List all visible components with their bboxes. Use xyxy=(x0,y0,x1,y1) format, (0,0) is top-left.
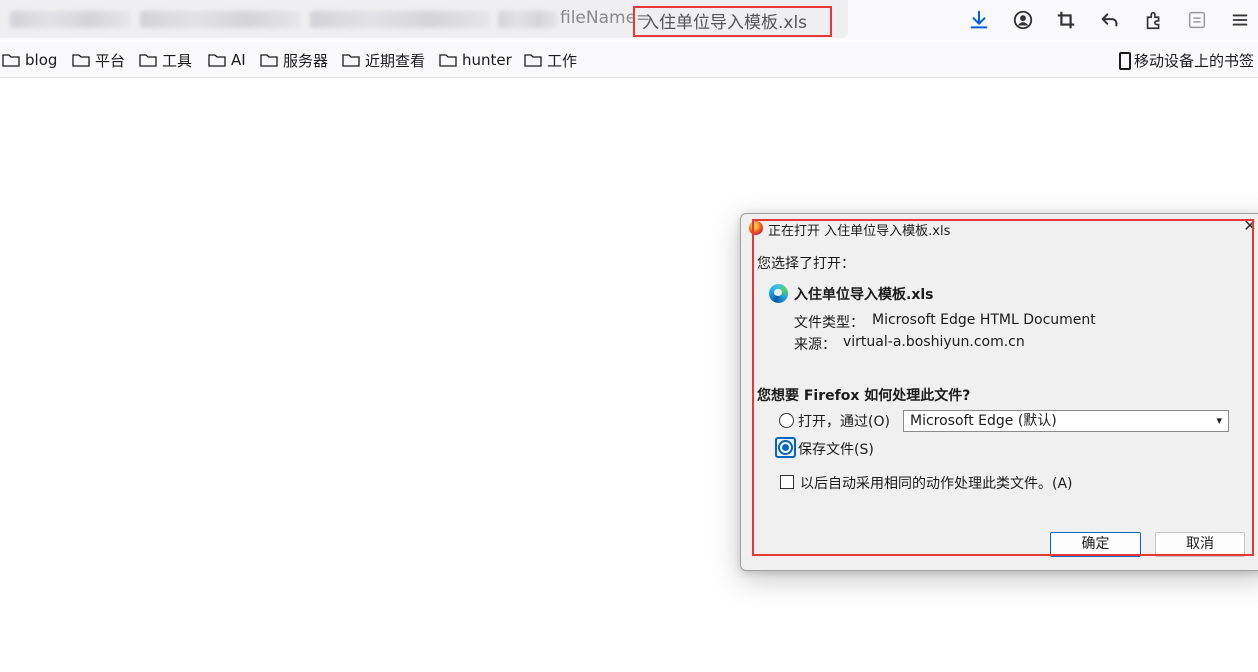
bookmark-folder-work[interactable]: 工作 xyxy=(524,50,577,70)
bookmark-label: 服务器 xyxy=(283,51,329,70)
blurred-url-part xyxy=(10,11,130,28)
folder-icon xyxy=(139,53,157,67)
address-bar[interactable]: fileName= 入住单位导入模板.xls xyxy=(0,0,848,38)
mobile-phone-icon xyxy=(1118,51,1131,70)
screenshot-crop-icon[interactable] xyxy=(1054,8,1078,32)
bookmark-label: blog xyxy=(25,51,58,69)
bookmark-folder-tools[interactable]: 工具 xyxy=(139,50,192,70)
mobile-bookmarks-label: 移动设备上的书签 xyxy=(1133,52,1254,70)
chevron-down-icon: ▾ xyxy=(1216,414,1222,427)
blurred-url-part xyxy=(310,11,490,28)
reader-view-icon[interactable] xyxy=(1185,8,1209,32)
bookmark-label: 近期查看 xyxy=(365,51,426,70)
dialog-title: 正在打开 入住单位导入模板.xls xyxy=(768,224,951,239)
dialog-intro: 您选择了打开： xyxy=(757,256,855,272)
ok-button[interactable]: 确定 xyxy=(1050,532,1141,557)
folder-icon xyxy=(72,53,90,67)
edge-icon xyxy=(769,284,788,303)
bookmark-folder-hunter[interactable]: hunter xyxy=(439,50,512,70)
url-toolbar: fileName= 入住单位导入模板.xls xyxy=(0,0,1258,40)
mobile-bookmarks[interactable]: 移动设备上的书签 xyxy=(1118,50,1254,71)
save-file-radio[interactable] xyxy=(778,440,793,455)
back-arrow-icon[interactable] xyxy=(1098,8,1122,32)
save-file-label: 保存文件(S) xyxy=(798,442,874,458)
url-highlight-box xyxy=(633,6,832,37)
handling-question: 您想要 Firefox 如何处理此文件? xyxy=(757,388,971,404)
bookmark-label: hunter xyxy=(462,51,512,69)
folder-icon xyxy=(524,53,542,67)
bookmarks-bar: blog 平台 工具 AI 服务器 近期查看 hunter 工作 移动设备上的书… xyxy=(0,42,1258,78)
cancel-button[interactable]: 取消 xyxy=(1155,532,1245,557)
file-type-value: Microsoft Edge HTML Document xyxy=(872,312,1096,328)
menu-icon[interactable] xyxy=(1228,8,1252,32)
bookmark-label: 平台 xyxy=(95,51,126,70)
folder-icon xyxy=(208,53,226,67)
bookmark-label: 工作 xyxy=(547,51,578,70)
bookmark-folder-ai[interactable]: AI xyxy=(208,50,246,70)
file-source-label: 来源： xyxy=(794,337,836,353)
file-name: 入住单位导入模板.xls xyxy=(794,287,934,303)
bookmark-folder-blog[interactable]: blog xyxy=(2,50,57,70)
bookmark-folder-recent[interactable]: 近期查看 xyxy=(342,50,425,70)
blurred-url-part xyxy=(140,11,300,28)
open-with-label: 打开，通过(O) xyxy=(798,414,890,430)
download-icon[interactable] xyxy=(967,8,991,32)
bookmark-folder-platform[interactable]: 平台 xyxy=(72,50,125,70)
folder-icon xyxy=(439,53,457,67)
file-source-value: virtual-a.boshiyun.com.cn xyxy=(843,334,1025,350)
remember-choice-checkbox[interactable] xyxy=(780,475,794,489)
folder-icon xyxy=(342,53,360,67)
open-with-radio[interactable] xyxy=(779,413,794,428)
open-with-app-select[interactable]: Microsoft Edge (默认) ▾ xyxy=(903,410,1229,432)
open-with-app-value: Microsoft Edge (默认) xyxy=(910,413,1057,429)
file-type-label: 文件类型： xyxy=(794,315,864,331)
extensions-icon[interactable] xyxy=(1142,8,1166,32)
bookmark-label: AI xyxy=(231,51,246,69)
folder-icon xyxy=(260,53,278,67)
firefox-icon xyxy=(749,221,763,235)
bookmark-folder-servers[interactable]: 服务器 xyxy=(260,50,328,70)
blurred-url-part xyxy=(498,11,558,28)
remember-choice-label: 以后自动采用相同的动作处理此类文件。(A) xyxy=(800,476,1073,492)
account-icon[interactable] xyxy=(1011,8,1035,32)
open-file-dialog: 正在打开 入住单位导入模板.xls ✕ 您选择了打开： 入住单位导入模板.xls… xyxy=(740,213,1258,571)
folder-icon xyxy=(2,53,20,67)
bookmark-label: 工具 xyxy=(162,51,193,70)
close-icon[interactable]: ✕ xyxy=(1241,216,1258,235)
